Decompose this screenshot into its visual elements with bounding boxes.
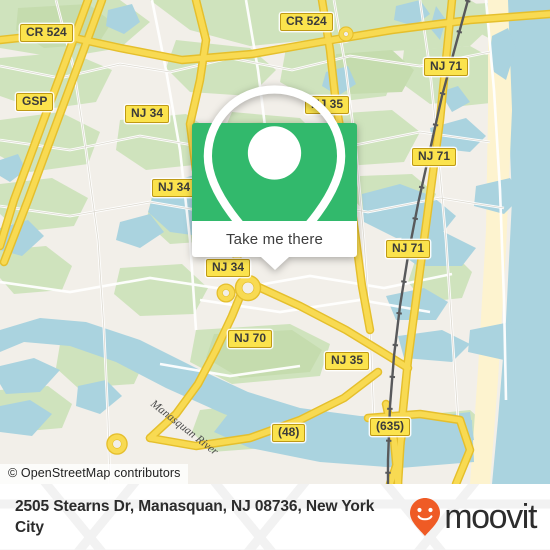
location-pin-icon <box>203 85 346 265</box>
road-shield: NJ 71 <box>424 58 469 76</box>
map-canvas[interactable]: Manasquan River CR 524 CR 524 GSP NJ 34 NJ 3… <box>0 0 550 484</box>
road-shield: NJ 71 <box>412 148 457 166</box>
road-shield: (635) <box>370 418 411 436</box>
moovit-logo[interactable]: moovit <box>409 497 537 537</box>
moovit-pin-icon <box>410 498 441 536</box>
road-shield: (48) <box>272 424 306 442</box>
road-shield: CR 524 <box>20 24 73 42</box>
map-screenshot: Manasquan River CR 524 CR 524 GSP NJ 34 NJ 3… <box>0 0 550 550</box>
moovit-wordmark: moovit <box>444 498 537 536</box>
footer-bar: 2505 Stearns Dr, Manasquan, NJ 08736, Ne… <box>0 484 550 550</box>
road-shield: NJ 34 <box>125 105 170 123</box>
road-shield: NJ 71 <box>386 240 431 258</box>
popup-tail <box>260 257 289 270</box>
address-label: 2505 Stearns Dr, Manasquan, NJ 08736, Ne… <box>15 498 375 536</box>
road-shield: GSP <box>16 93 54 111</box>
location-popup-card[interactable]: Take me there <box>192 85 357 270</box>
road-shield: NJ 34 <box>152 179 197 197</box>
popup-header <box>192 85 357 265</box>
osm-attribution[interactable]: © OpenStreetMap contributors <box>0 464 188 484</box>
